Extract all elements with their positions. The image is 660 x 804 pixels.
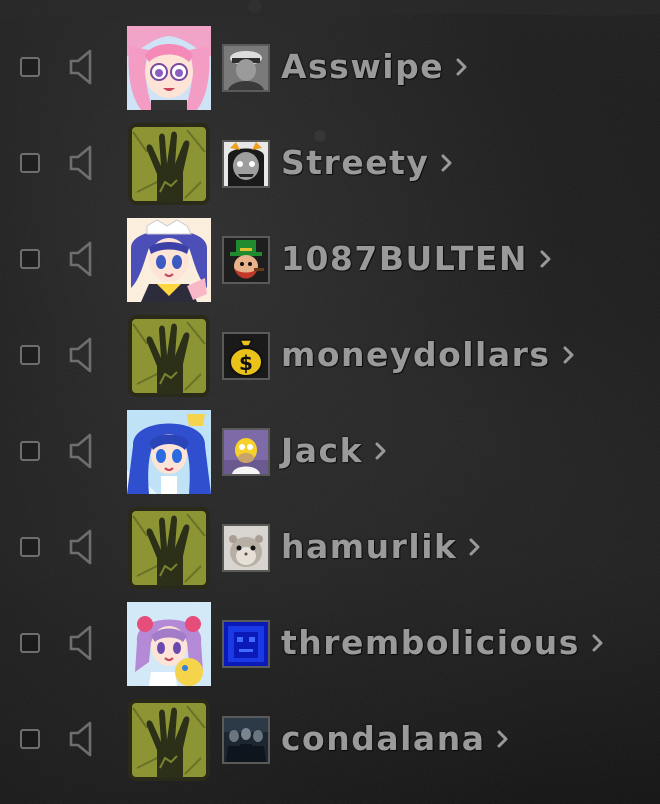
- player-name-link[interactable]: thrembolicious: [281, 623, 604, 663]
- mute-checkbox[interactable]: [20, 537, 40, 557]
- soldier-avatar: [222, 44, 270, 92]
- mute-checkbox[interactable]: [20, 57, 40, 77]
- mute-checkbox[interactable]: [20, 633, 40, 653]
- player-row[interactable]: condalana: [0, 693, 660, 789]
- chevron-right-icon: [563, 346, 574, 364]
- player-name: hamurlik: [281, 527, 458, 566]
- blue-pixel-face-avatar: [222, 620, 270, 668]
- player-name: 1087BULTEN: [281, 239, 529, 278]
- speaker-icon[interactable]: [68, 720, 98, 758]
- svg-text:$: $: [239, 351, 253, 375]
- player-row[interactable]: $ moneydollars: [0, 309, 660, 405]
- player-row[interactable]: Streety: [0, 117, 660, 213]
- anime-pink-hair-avatar: [127, 26, 211, 110]
- chevron-right-icon: [540, 250, 551, 268]
- player-row[interactable]: thrembolicious: [0, 597, 660, 693]
- speaker-icon[interactable]: [68, 624, 98, 662]
- player-name-link[interactable]: Asswipe: [281, 47, 468, 87]
- homer-simpson-avatar: [222, 428, 270, 476]
- player-name: Jack: [281, 431, 364, 470]
- zombie-hand-avatar: [127, 122, 211, 206]
- player-row[interactable]: Asswipe: [0, 21, 660, 117]
- mute-checkbox[interactable]: [20, 249, 40, 269]
- anime-purple-hair-avatar: [127, 602, 211, 686]
- zombie-hand-avatar: [127, 698, 211, 782]
- leprechaun-avatar: [222, 236, 270, 284]
- player-row[interactable]: hamurlik: [0, 501, 660, 597]
- chevron-right-icon: [592, 634, 603, 652]
- speaker-icon[interactable]: [68, 240, 98, 278]
- speaker-icon[interactable]: [68, 432, 98, 470]
- player-row[interactable]: Jack: [0, 405, 660, 501]
- chevron-right-icon: [497, 730, 508, 748]
- speaker-icon[interactable]: [68, 336, 98, 374]
- anime-maid-avatar: [127, 218, 211, 302]
- hamster-avatar: [222, 524, 270, 572]
- speaker-icon[interactable]: [68, 48, 98, 86]
- player-name-link[interactable]: moneydollars: [281, 335, 575, 375]
- player-name-link[interactable]: hamurlik: [281, 527, 481, 567]
- mute-checkbox[interactable]: [20, 441, 40, 461]
- player-list-screen: Asswipe Streety 1087BULTEN $ moneydollar…: [0, 0, 660, 804]
- mute-checkbox[interactable]: [20, 345, 40, 365]
- speaker-icon[interactable]: [68, 528, 98, 566]
- money-bag-avatar: $: [222, 332, 270, 380]
- player-name: Streety: [281, 143, 430, 182]
- player-name: moneydollars: [281, 335, 551, 374]
- band-photo-avatar: [222, 716, 270, 764]
- chevron-right-icon: [375, 442, 386, 460]
- player-name-link[interactable]: Streety: [281, 143, 453, 183]
- grey-troll-avatar: [222, 140, 270, 188]
- anime-blue-hair-avatar: [127, 410, 211, 494]
- chevron-right-icon: [456, 58, 467, 76]
- speaker-icon[interactable]: [68, 144, 98, 182]
- player-name: Asswipe: [281, 47, 445, 86]
- zombie-hand-avatar: [127, 506, 211, 590]
- mute-checkbox[interactable]: [20, 729, 40, 749]
- player-name: thrembolicious: [281, 623, 580, 662]
- player-row[interactable]: 1087BULTEN: [0, 213, 660, 309]
- mute-checkbox[interactable]: [20, 153, 40, 173]
- chevron-right-icon: [469, 538, 480, 556]
- player-name: condalana: [281, 719, 486, 758]
- chevron-right-icon: [441, 154, 452, 172]
- zombie-hand-avatar: [127, 314, 211, 398]
- player-name-link[interactable]: condalana: [281, 719, 509, 759]
- player-name-link[interactable]: 1087BULTEN: [281, 239, 552, 279]
- player-name-link[interactable]: Jack: [281, 431, 387, 471]
